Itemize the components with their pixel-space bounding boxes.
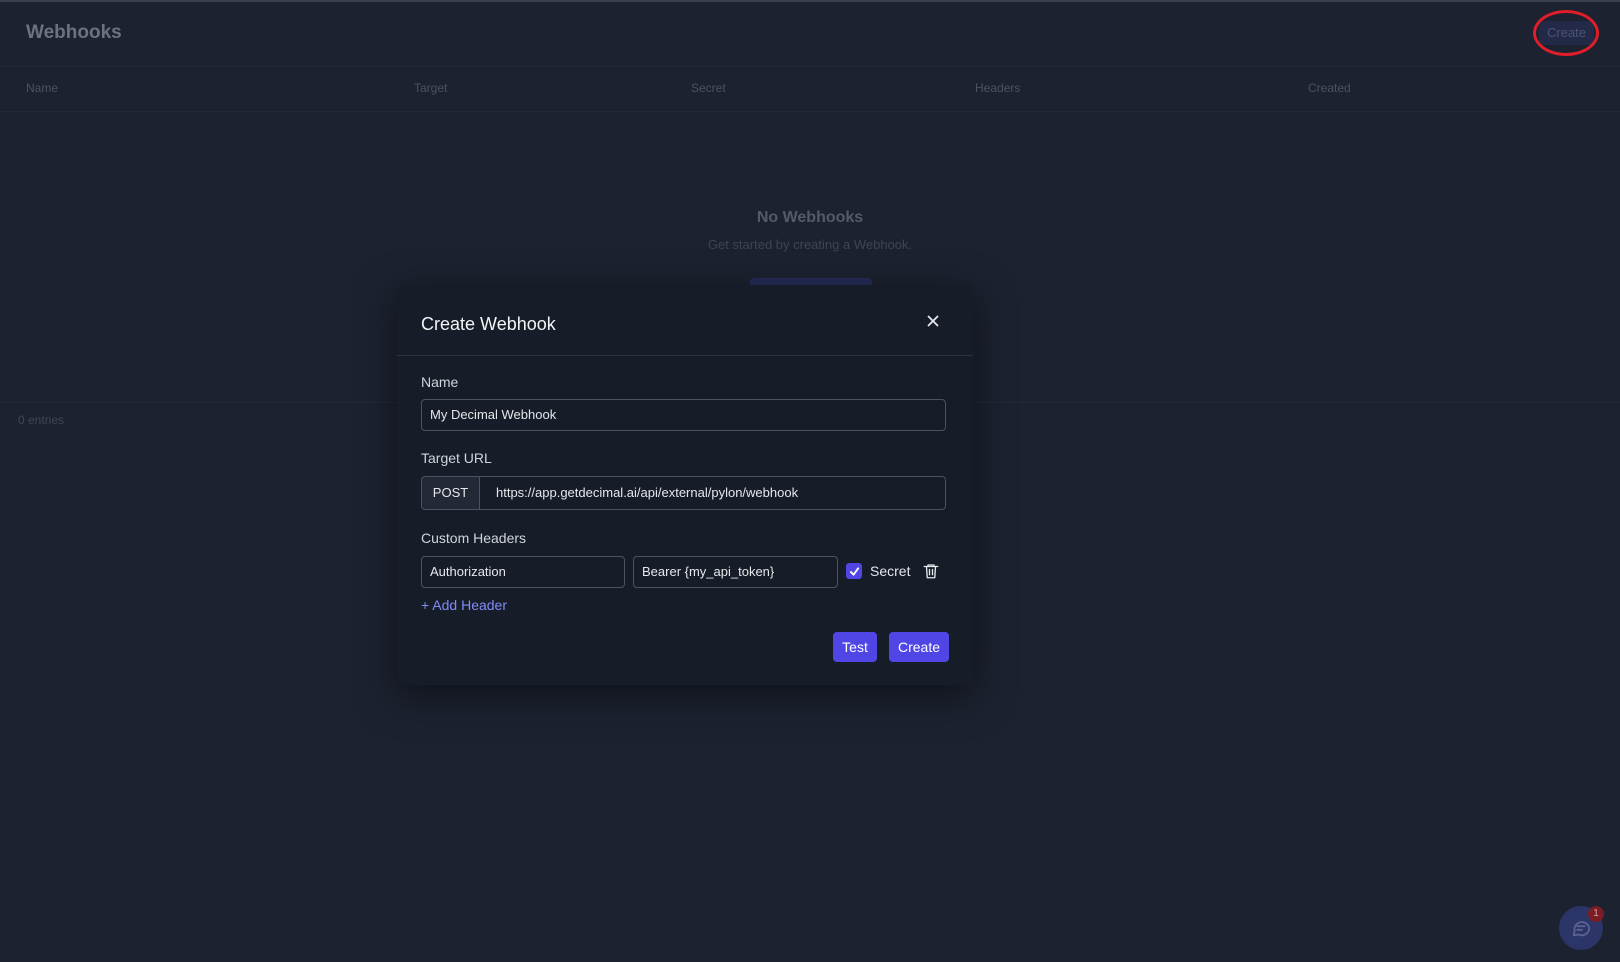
http-method-select[interactable]: POST <box>421 476 480 510</box>
entries-count: 0 entries <box>18 413 65 427</box>
close-button[interactable] <box>921 309 945 333</box>
check-icon <box>849 566 859 576</box>
table-header: Name Target Secret Headers Created <box>0 66 1620 112</box>
target-url-label: Target URL <box>421 450 492 466</box>
chat-icon <box>1572 921 1591 937</box>
annotation-circle <box>1533 10 1599 56</box>
empty-state-subtitle: Get started by creating a Webhook. <box>707 237 913 252</box>
header-key-input[interactable]: Authorization <box>421 556 625 588</box>
trash-icon <box>923 564 939 579</box>
custom-headers-label: Custom Headers <box>421 530 527 546</box>
secret-checkbox[interactable] <box>846 563 862 579</box>
create-webhook-dialog: Create Webhook Name My Decimal Webhook T… <box>397 285 973 685</box>
add-header-link[interactable]: + Add Header <box>421 597 507 613</box>
empty-state-title: No Webhooks <box>756 209 864 226</box>
target-url-input[interactable]: https://app.getdecimal.ai/api/external/p… <box>479 476 946 510</box>
dialog-header: Create Webhook <box>397 285 973 356</box>
dialog-title: Create Webhook <box>421 314 556 334</box>
column-header-headers[interactable]: Headers <box>975 81 1020 95</box>
column-header-secret[interactable]: Secret <box>691 81 726 95</box>
header-value-input[interactable]: Bearer {my_api_token} <box>633 556 838 588</box>
delete-header-button[interactable] <box>922 562 940 580</box>
close-icon <box>927 315 939 327</box>
secret-label: Secret <box>870 563 911 579</box>
name-label: Name <box>421 374 459 390</box>
create-button[interactable]: Create <box>889 632 949 662</box>
page-title: Webhooks <box>26 22 122 43</box>
column-header-name[interactable]: Name <box>26 81 58 95</box>
column-header-target[interactable]: Target <box>414 81 447 95</box>
name-input[interactable]: My Decimal Webhook <box>421 399 946 431</box>
column-header-created[interactable]: Created <box>1308 81 1351 95</box>
chat-notification-badge: 1 <box>1588 906 1604 922</box>
test-button[interactable]: Test <box>833 632 877 662</box>
